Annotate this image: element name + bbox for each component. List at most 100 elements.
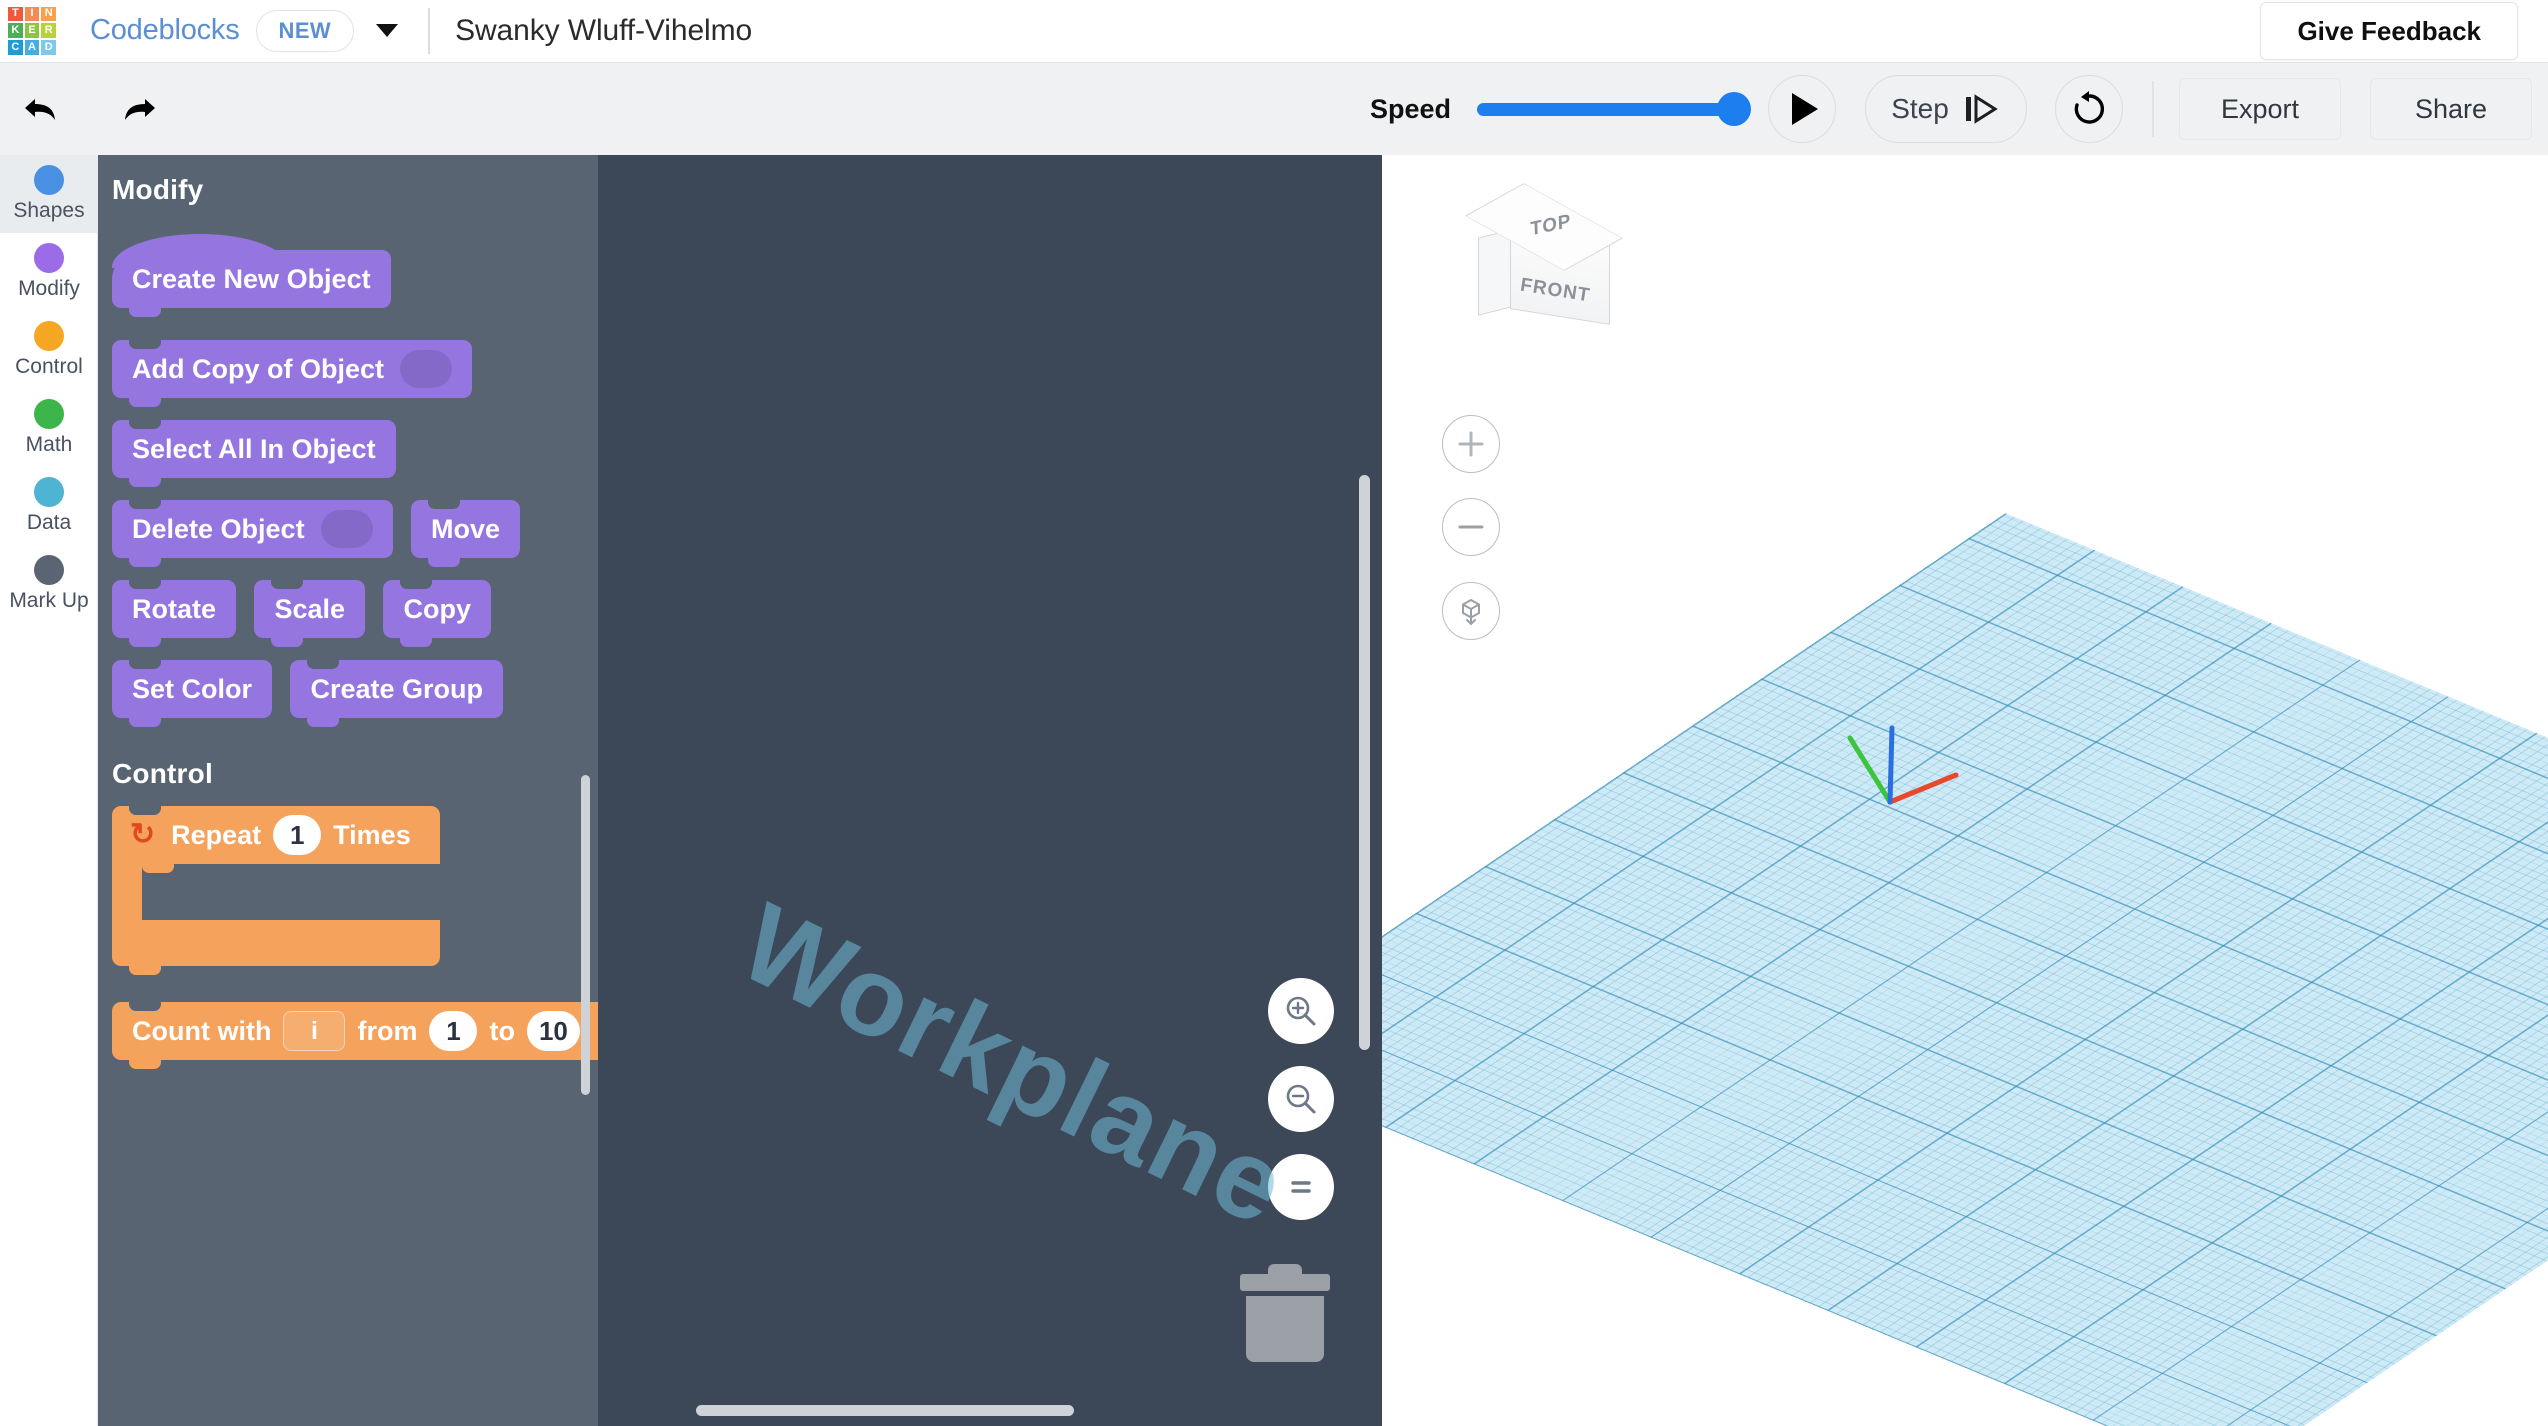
redo-button[interactable] <box>106 78 168 140</box>
sidebar-item-label: Math <box>26 433 73 457</box>
workplane-grid[interactable] <box>1382 513 2548 1426</box>
undo-button[interactable] <box>12 78 74 140</box>
viewport-zoom-in-button[interactable] <box>1442 415 1500 473</box>
block-create-group[interactable]: Create Group <box>290 660 503 718</box>
sidebar-item-data[interactable]: Data <box>0 467 98 545</box>
block-create-new-object[interactable]: Create New Object <box>112 250 391 308</box>
block-count-with[interactable]: Count with i from 1 to 10 <box>112 1002 598 1060</box>
speed-control: Speed <box>1370 94 1745 125</box>
palette-block-list-control: ↻ Repeat 1 Times Count with i from 1 to … <box>98 806 598 1082</box>
modify-color-dot <box>34 243 64 273</box>
step-icon <box>1963 92 2001 126</box>
reset-button[interactable] <box>2055 75 2123 143</box>
block-label: Rotate <box>132 594 216 625</box>
share-button[interactable]: Share <box>2370 78 2532 140</box>
canvas-zoom-out-button[interactable] <box>1268 1066 1334 1132</box>
action-toolbar: Speed Step Export Share <box>0 62 2548 155</box>
trash-icon[interactable] <box>1240 1262 1330 1362</box>
block-label: Create Group <box>310 674 483 705</box>
play-button[interactable] <box>1768 75 1836 143</box>
block-label: Select All In Object <box>132 434 376 465</box>
block-repeat-times[interactable]: ↻ Repeat 1 Times <box>112 806 440 966</box>
palette-section-title-control: Control <box>112 758 598 790</box>
markup-color-dot <box>34 555 64 585</box>
block-select-all-in-object[interactable]: Select All In Object <box>112 420 396 478</box>
block-label-mid: from <box>357 1016 417 1047</box>
block-palette: Modify Create New Object Add Copy of Obj… <box>98 155 598 1426</box>
palette-block-list-modify: Create New Object Add Copy of Object Sel… <box>98 224 598 740</box>
palette-scrollbar[interactable] <box>581 775 590 1095</box>
step-label: Step <box>1891 93 1949 125</box>
data-color-dot <box>34 477 64 507</box>
canvas-horizontal-scrollbar[interactable] <box>696 1405 1074 1416</box>
block-label: Set Color <box>132 674 252 705</box>
document-title[interactable]: Swanky Wluff-Vihelmo <box>455 14 752 48</box>
step-button[interactable]: Step <box>1865 75 2027 143</box>
block-copy[interactable]: Copy <box>383 580 491 638</box>
canvas-vertical-scrollbar[interactable] <box>1359 475 1370 1050</box>
zoom-reset-icon <box>1283 1169 1319 1205</box>
header-divider <box>428 8 430 54</box>
logo-tile: K <box>8 23 23 38</box>
block-input-slot[interactable] <box>400 350 452 388</box>
sidebar-item-control[interactable]: Control <box>0 311 98 389</box>
loop-icon: ↻ <box>130 820 155 850</box>
repeat-count-input[interactable]: 1 <box>273 815 321 855</box>
block-label: Count with <box>132 1016 271 1047</box>
block-repeat-footer <box>112 920 440 966</box>
canvas-zoom-in-button[interactable] <box>1268 978 1334 1044</box>
block-add-copy-of-object[interactable]: Add Copy of Object <box>112 340 472 398</box>
sidebar-item-markup[interactable]: Mark Up <box>0 545 98 623</box>
zoom-out-icon <box>1283 1081 1319 1117</box>
block-repeat-header: ↻ Repeat 1 Times <box>112 806 440 864</box>
minus-icon <box>1456 512 1486 542</box>
sidebar-item-math[interactable]: Math <box>0 389 98 467</box>
block-label: Scale <box>274 594 345 625</box>
speed-label: Speed <box>1370 94 1451 125</box>
chevron-down-icon[interactable] <box>376 24 398 37</box>
hat-cap <box>112 234 288 268</box>
count-from-input[interactable]: 1 <box>429 1011 477 1051</box>
block-scale[interactable]: Scale <box>254 580 365 638</box>
logo-tile: I <box>25 7 40 22</box>
block-rotate[interactable]: Rotate <box>112 580 236 638</box>
speed-slider-thumb[interactable] <box>1717 92 1751 126</box>
export-button[interactable]: Export <box>2179 78 2341 140</box>
logo-tile: E <box>25 23 40 38</box>
sidebar-item-modify[interactable]: Modify <box>0 233 98 311</box>
block-input-slot[interactable] <box>321 510 373 548</box>
count-to-input[interactable]: 10 <box>527 1011 580 1051</box>
code-workspace-canvas[interactable] <box>598 155 1382 1426</box>
brand-label[interactable]: Codeblocks <box>90 14 240 47</box>
logo-tile: D <box>41 40 56 55</box>
viewport-zoom-out-button[interactable] <box>1442 498 1500 556</box>
block-move[interactable]: Move <box>411 500 520 558</box>
top-bar: T I N K E R C A D Codeblocks NEW Swanky … <box>0 0 2548 62</box>
block-repeat-body-slot[interactable] <box>112 864 142 920</box>
play-icon <box>1792 93 1818 125</box>
block-delete-object[interactable]: Delete Object <box>112 500 393 558</box>
trash-lid <box>1240 1274 1330 1291</box>
fit-view-cube-icon <box>1454 594 1488 628</box>
block-label: Copy <box>403 594 471 625</box>
block-label: Create New Object <box>132 264 371 295</box>
tinkercad-logo[interactable]: T I N K E R C A D <box>8 7 56 55</box>
sidebar-item-shapes[interactable]: Shapes <box>0 155 98 233</box>
speed-slider[interactable] <box>1477 103 1745 116</box>
canvas-zoom-reset-button[interactable] <box>1268 1154 1334 1220</box>
toolbar-divider <box>2152 81 2154 137</box>
trash-body <box>1246 1296 1324 1362</box>
logo-tile: R <box>41 23 56 38</box>
control-color-dot <box>34 321 64 351</box>
block-label-to: to <box>489 1016 514 1047</box>
sidebar-item-label: Modify <box>18 277 80 301</box>
viewport-fit-view-button[interactable] <box>1442 582 1500 640</box>
palette-section-title-modify: Modify <box>112 174 598 206</box>
sidebar-item-label: Mark Up <box>9 589 88 613</box>
give-feedback-button[interactable]: Give Feedback <box>2260 2 2518 60</box>
block-label: Move <box>431 514 500 545</box>
sidebar-item-label: Control <box>15 355 83 379</box>
count-variable-input[interactable]: i <box>283 1011 345 1051</box>
block-set-color[interactable]: Set Color <box>112 660 272 718</box>
view-cube[interactable]: TOP FRONT <box>1470 175 1640 330</box>
